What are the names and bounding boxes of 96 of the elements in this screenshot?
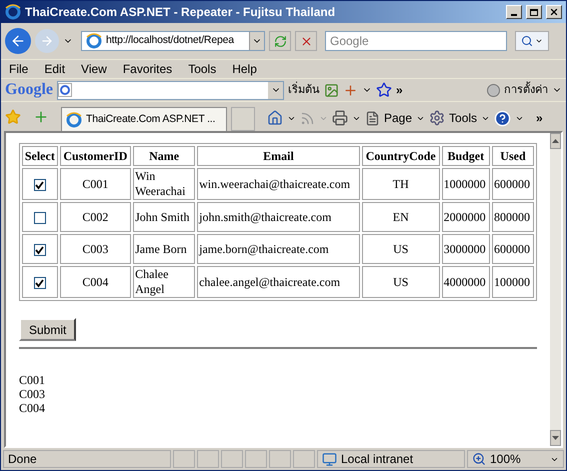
page-icon <box>66 112 82 128</box>
menu-item[interactable]: Help <box>232 60 257 78</box>
status-panel <box>173 450 195 468</box>
address-value: http://localhost/dotnet/Repea <box>106 33 236 48</box>
menu-item[interactable]: View <box>81 60 107 78</box>
zoom-button[interactable]: 100% <box>467 450 564 468</box>
up-arrow-icon <box>552 139 559 143</box>
caret-icon <box>535 37 543 45</box>
browser-icon <box>5 4 21 20</box>
table-cell: jame.born@thaicreate.com <box>197 234 360 264</box>
status-text: Done <box>3 450 171 468</box>
browser-tab[interactable]: ThaiCreate.Com ASP.NET ... <box>61 107 227 131</box>
print-icon[interactable] <box>332 110 348 126</box>
google-search-field[interactable] <box>57 80 284 100</box>
table-cell: 600000 <box>492 234 534 264</box>
select-checkbox[interactable] <box>34 212 46 224</box>
select-checkbox[interactable] <box>34 277 46 290</box>
table-cell: chalee.angel@thaicreate.com <box>197 266 360 298</box>
table-cell: TH <box>362 168 440 200</box>
home-link[interactable]: เริ่มต้น <box>288 82 320 98</box>
zone-text: Local intranet <box>341 451 414 468</box>
network-icon <box>322 452 337 466</box>
forward-arrow-icon <box>40 34 54 48</box>
table-cell: 4000000 <box>442 266 490 298</box>
table-cell: US <box>362 266 440 298</box>
page-menu[interactable]: Page <box>384 109 412 127</box>
status-panel <box>197 450 219 468</box>
close-icon <box>549 7 559 17</box>
window-title: ThaiCreate.Com ASP.NET - Repeater - Fujitsu Thailand <box>25 4 336 21</box>
table-cell: Jame Born <box>133 234 196 264</box>
tools-menu[interactable]: Tools <box>449 109 478 127</box>
stop-button[interactable] <box>295 31 317 51</box>
column-header: Select <box>22 146 58 166</box>
column-header: CountryCode <box>362 146 440 166</box>
result-text: C004 <box>19 401 46 415</box>
status-panel <box>293 450 315 468</box>
table-cell: 100000 <box>492 266 534 298</box>
table-cell: 800000 <box>492 202 534 232</box>
settings-button[interactable]: การตั้งค่า <box>504 82 548 98</box>
zoom-icon <box>472 452 486 466</box>
column-header: Used <box>492 146 534 166</box>
table-cell: C004 <box>60 266 132 298</box>
result-text: C003 <box>19 387 46 401</box>
table-cell: C002 <box>60 202 132 232</box>
home-icon[interactable] <box>267 110 283 126</box>
back-button[interactable] <box>5 28 31 54</box>
address-field[interactable]: http://localhost/dotnet/Repea <box>81 31 265 51</box>
status-panel <box>269 450 291 468</box>
table-cell: John Smith <box>133 202 196 232</box>
help-icon[interactable] <box>494 110 512 126</box>
scroll-up-button[interactable] <box>550 133 561 149</box>
result-text: C001 <box>19 373 46 387</box>
column-header: Email <box>197 146 360 166</box>
table-cell: Win Weerachai <box>133 168 196 200</box>
table-cell: 600000 <box>492 168 534 200</box>
stop-icon <box>300 34 312 48</box>
menu-item[interactable]: Favorites <box>122 60 172 78</box>
column-header: Budget <box>442 146 490 166</box>
menu-item[interactable]: Tools <box>188 60 216 78</box>
refresh-icon <box>274 34 286 48</box>
table-cell: Chalee Angel <box>133 266 196 298</box>
dropdown-button[interactable] <box>268 82 283 98</box>
search-button[interactable] <box>515 31 549 51</box>
table-cell: 2000000 <box>442 202 490 232</box>
star-icon[interactable] <box>376 82 392 98</box>
minimize-button[interactable] <box>506 5 522 19</box>
scrollbar[interactable] <box>550 133 561 446</box>
select-checkbox[interactable] <box>34 179 46 192</box>
submit-button[interactable]: Submit <box>19 318 76 341</box>
table-cell: C003 <box>60 234 132 264</box>
menu-item[interactable]: Edit <box>44 60 66 78</box>
picture-icon[interactable] <box>324 82 339 98</box>
page-icon[interactable] <box>365 110 380 126</box>
select-checkbox[interactable] <box>34 244 46 256</box>
table-cell: EN <box>362 202 440 232</box>
scroll-down-button[interactable] <box>550 430 561 446</box>
more-button[interactable]: » <box>396 81 403 99</box>
table-cell: john.smith@thaicreate.com <box>197 202 360 232</box>
google-logo: Google <box>5 80 53 100</box>
down-arrow-icon <box>552 436 559 440</box>
menu-item[interactable]: File <box>9 60 28 78</box>
table-cell: C001 <box>60 168 132 200</box>
status-panel <box>245 450 267 468</box>
more-button[interactable]: » <box>536 109 543 127</box>
search-field[interactable]: Google <box>325 31 507 51</box>
status-panel <box>221 450 243 468</box>
close-button[interactable] <box>546 5 562 19</box>
table-cell: US <box>362 234 440 264</box>
table-cell: win.weerachai@thaicreate.com <box>197 168 360 200</box>
column-header: CustomerID <box>60 146 132 166</box>
table-cell: 3000000 <box>442 234 490 264</box>
page-icon <box>86 33 102 49</box>
table-cell: 1000000 <box>442 168 490 200</box>
search-icon <box>521 35 533 47</box>
column-header: Name <box>133 146 196 166</box>
maximize-button[interactable] <box>526 5 542 19</box>
